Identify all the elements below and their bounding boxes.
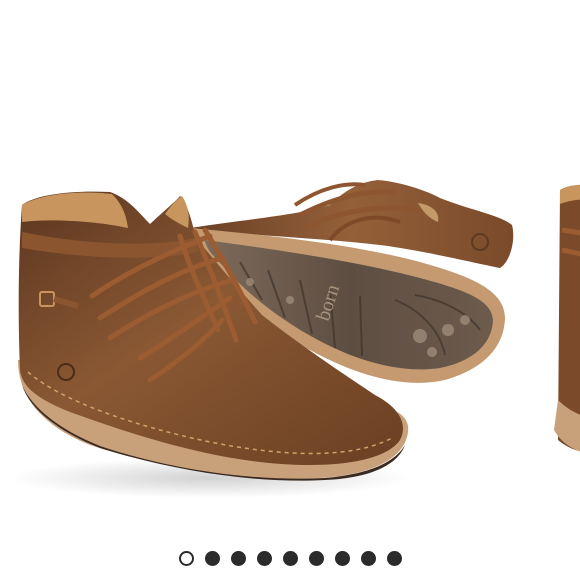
carousel-dot-3[interactable] <box>230 550 246 566</box>
carousel-dot-8[interactable] <box>360 550 376 566</box>
carousel-dot-1[interactable] <box>178 550 194 566</box>
carousel-dot-6[interactable] <box>308 550 324 566</box>
carousel-dot-2[interactable] <box>204 550 220 566</box>
next-slide-preview[interactable] <box>540 150 580 470</box>
carousel-dot-4[interactable] <box>256 550 272 566</box>
carousel-dot-7[interactable] <box>334 550 350 566</box>
carousel-dot-9[interactable] <box>386 550 402 566</box>
carousel-pagination <box>0 548 580 568</box>
product-image: born <box>10 180 514 498</box>
carousel-dot-5[interactable] <box>282 550 298 566</box>
product-image-carousel[interactable]: born <box>0 0 580 580</box>
